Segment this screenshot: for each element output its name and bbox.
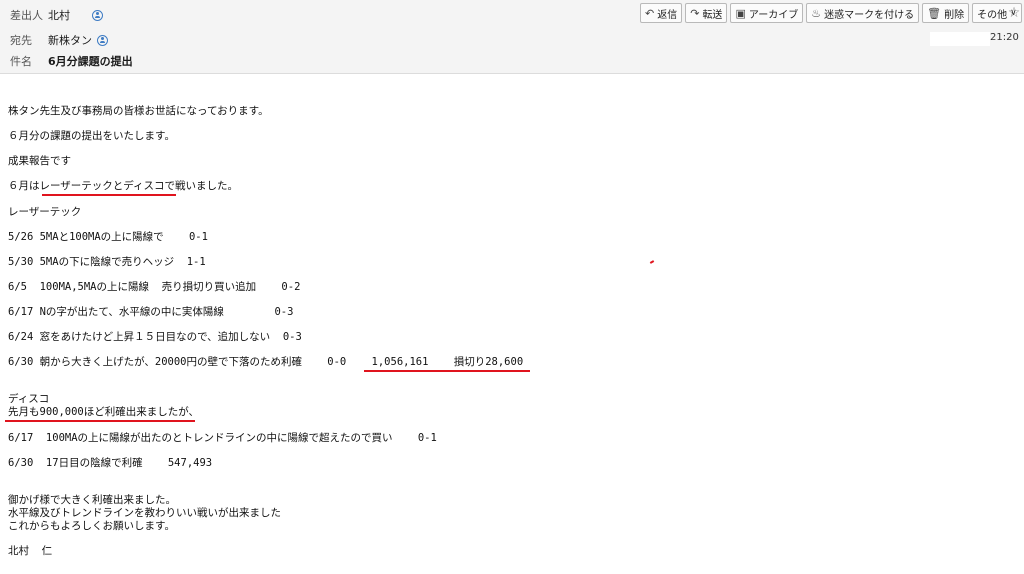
body-line: 株タン先生及び事務局の皆様お世話になっております。 <box>8 105 269 117</box>
red-underline <box>364 370 530 372</box>
archive-box-icon: ▣ <box>735 6 746 20</box>
junk-button[interactable]: ♨ 迷惑マークを付ける <box>806 3 920 23</box>
message-header: 差出人 北村 宛先 新株タン 件名 6月分課題の提出 ↶ 返信 ↷ 転送 ▣ ア… <box>0 0 1024 74</box>
redacted-area <box>930 32 990 46</box>
message-time: 21:20 <box>990 32 1019 43</box>
subject-label: 件名 <box>10 55 32 68</box>
body-line: レーザーテック <box>8 206 82 218</box>
body-line: 北村 仁 <box>8 545 53 557</box>
delete-button[interactable]: 🗑 削除 <box>922 3 970 23</box>
delete-label: 削除 <box>944 9 965 21</box>
body-line: 先月も900,000ほど利確出来ましたが、 <box>8 406 200 418</box>
to-name[interactable]: 新株タン <box>48 32 92 48</box>
body-line: 5/26 5MAと100MAの上に陽線で 0-1 <box>8 231 208 243</box>
body-line: 5/30 5MAの下に陰線で売りヘッジ 1-1 <box>8 256 206 268</box>
junk-label: 迷惑マークを付ける <box>824 9 915 21</box>
body-line: 成果報告です <box>8 155 71 167</box>
body-line: 6/5 100MA,5MAの上に陽線 売り損切り買い追加 0-2 <box>8 281 301 293</box>
red-underline <box>42 194 176 196</box>
reply-button[interactable]: ↶ 返信 <box>640 3 683 23</box>
body-line: 6/17 Nの字が出たて、水平線の中に実体陽線 0-3 <box>8 306 294 318</box>
body-line: 6/24 窓をあけたけど上昇１５日目なので、追加しない 0-3 <box>8 331 302 343</box>
archive-button[interactable]: ▣ アーカイブ <box>730 3 804 23</box>
message-toolbar: ↶ 返信 ↷ 転送 ▣ アーカイブ ♨ 迷惑マークを付ける 🗑 削除 その他 ∨ <box>640 3 1022 23</box>
red-mark <box>649 260 655 264</box>
to-label: 宛先 <box>10 34 32 47</box>
body-line: 6/30 17日目の陰線で利確 547,493 <box>8 457 213 469</box>
reply-icon: ↶ <box>645 6 655 20</box>
contact-icon[interactable] <box>92 9 103 21</box>
contact-icon[interactable] <box>97 34 108 46</box>
from-name[interactable]: 北村 <box>48 7 70 23</box>
red-underline <box>5 420 195 422</box>
archive-label: アーカイブ <box>748 9 799 21</box>
to-value[interactable]: 新株タン <box>48 32 108 48</box>
star-icon[interactable]: ☆ <box>1006 3 1022 23</box>
forward-button[interactable]: ↷ 転送 <box>685 3 728 23</box>
body-line: 御かげ様で大きく利確出来ました。 <box>8 494 176 506</box>
subject-value: 6月分課題の提出 <box>48 55 133 68</box>
from-value[interactable]: 北村 <box>48 7 103 23</box>
body-line: ６月分の課題の提出をいたします。 <box>8 130 175 142</box>
flame-icon: ♨ <box>811 6 822 20</box>
body-line: 水平線及びトレンドラインを教わりいい戦いが出来ました <box>8 507 281 519</box>
body-line: ６月はレーザーテックとディスコで戦いました。 <box>8 180 239 192</box>
trash-icon: 🗑 <box>927 6 942 20</box>
body-line: 6/30 朝から大きく上げたが、20000円の壁で下落のため利確 0-0 1,0… <box>8 356 524 368</box>
from-label: 差出人 <box>10 9 43 22</box>
forward-label: 転送 <box>702 9 723 21</box>
body-line: ディスコ <box>8 393 50 405</box>
more-label: その他 <box>977 9 1008 21</box>
reply-label: 返信 <box>657 9 678 21</box>
body-line: これからもよろしくお願いします。 <box>8 520 175 532</box>
forward-icon: ↷ <box>690 6 700 20</box>
body-line: 6/17 100MAの上に陽線が出たのとトレンドラインの中に陽線で超えたので買い… <box>8 432 437 444</box>
